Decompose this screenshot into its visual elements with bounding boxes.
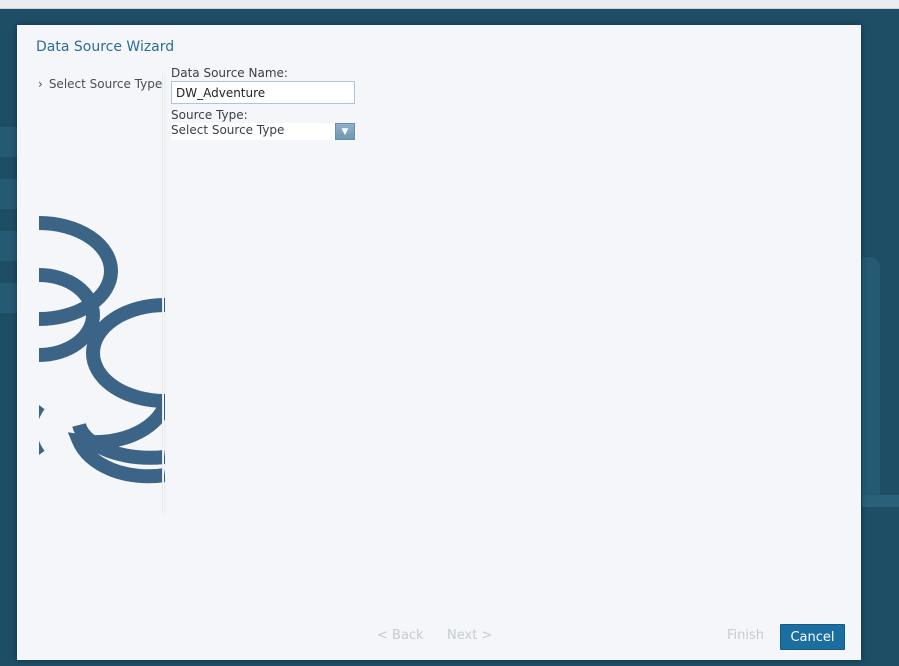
source-type-select[interactable]: Select Source Type ▼	[171, 123, 355, 140]
finish-button[interactable]: Finish	[727, 628, 764, 643]
chevron-down-icon[interactable]: ▼	[335, 123, 355, 140]
source-type-label: Source Type:	[171, 108, 248, 122]
background-panel	[862, 257, 880, 495]
panel-divider	[162, 73, 164, 513]
data-source-wizard-dialog: Data Source Wizard › Select Source Type …	[17, 25, 861, 660]
database-logo-icon	[39, 216, 165, 484]
dialog-title: Data Source Wizard	[36, 39, 175, 55]
cancel-button[interactable]: Cancel	[780, 624, 845, 650]
next-button[interactable]: Next >	[447, 628, 492, 643]
data-source-name-input[interactable]	[171, 81, 355, 104]
chevron-right-icon: ›	[38, 77, 43, 91]
back-button[interactable]: < Back	[377, 628, 424, 643]
host-top-strip	[0, 0, 899, 9]
source-type-selected: Select Source Type	[171, 123, 285, 137]
data-source-name-label: Data Source Name:	[171, 66, 288, 80]
step-label: Select Source Type	[48, 77, 163, 91]
background-divider	[862, 495, 899, 507]
step-item-select-source-type[interactable]: › Select Source Type	[38, 77, 162, 91]
